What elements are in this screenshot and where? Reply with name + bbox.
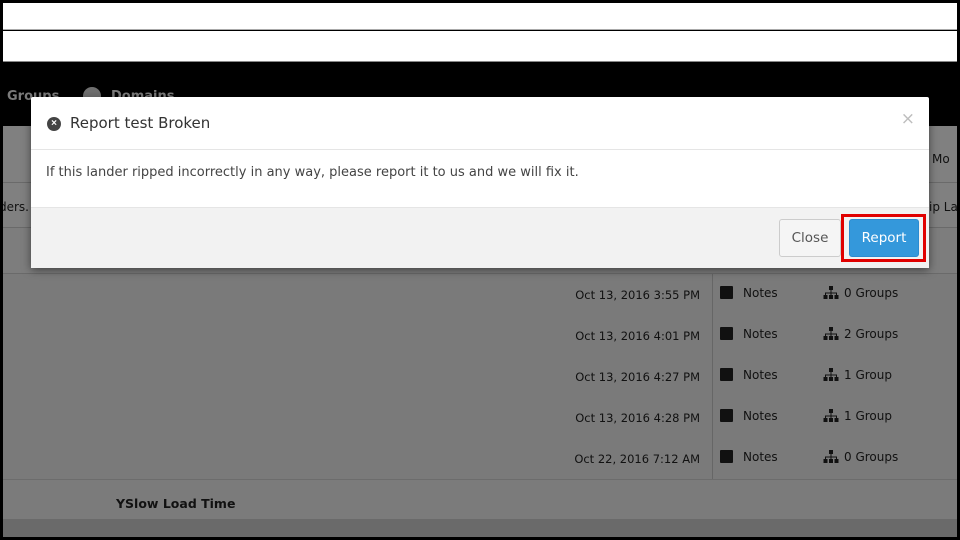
modal-title: Report test Broken	[70, 114, 211, 132]
row-groups-label: 1 Group	[844, 409, 892, 423]
browser-top	[0, 0, 960, 66]
top-bar	[3, 3, 957, 30]
address-bar[interactable]	[3, 31, 957, 62]
row-notes-label: Notes	[743, 450, 778, 464]
row-date: Oct 13, 2016 3:55 PM	[575, 288, 700, 302]
row-groups[interactable]: 2 Groups	[823, 327, 898, 341]
note-icon	[720, 368, 733, 381]
row-notes[interactable]: Notes	[720, 409, 778, 423]
header-edge-text: Mo	[932, 152, 950, 166]
row-notes-label: Notes	[743, 286, 778, 300]
sitemap-icon	[823, 450, 839, 463]
note-icon	[720, 450, 733, 463]
table-row[interactable]: Oct 13, 2016 4:01 PM Notes 2 Groups	[3, 315, 957, 357]
note-icon	[720, 409, 733, 422]
row-notes[interactable]: Notes	[720, 450, 778, 464]
close-circle-icon: ×	[47, 117, 61, 131]
column-divider	[712, 397, 713, 438]
report-modal: × Report test Broken × If this lander ri…	[31, 97, 929, 268]
sitemap-icon	[823, 409, 839, 422]
row-date: Oct 13, 2016 4:28 PM	[575, 411, 700, 425]
note-icon	[720, 286, 733, 299]
row-groups-label: 0 Groups	[844, 450, 899, 464]
column-divider	[712, 274, 713, 315]
table-row[interactable]: Oct 22, 2016 7:12 AM Notes 0 Groups	[3, 438, 957, 480]
row-groups[interactable]: 0 Groups	[823, 450, 898, 464]
table-row[interactable]: Oct 13, 2016 4:27 PM Notes 1 Group	[3, 356, 957, 398]
close-icon[interactable]: ×	[901, 109, 915, 129]
header-edge-text-left: ders.	[3, 200, 29, 214]
header-edge-text-right: ip La	[929, 200, 957, 214]
modal-header: × Report test Broken ×	[31, 97, 929, 150]
modal-footer: Close Report	[31, 207, 929, 268]
sitemap-icon	[823, 368, 839, 381]
row-notes[interactable]: Notes	[720, 368, 778, 382]
column-divider	[712, 315, 713, 356]
yslow-label: YSlow Load Time	[116, 496, 236, 511]
row-date: Oct 22, 2016 7:12 AM	[574, 452, 700, 466]
row-notes-label: Notes	[743, 368, 778, 382]
table-row[interactable]: Oct 13, 2016 3:55 PM Notes 0 Groups	[3, 274, 957, 316]
report-button[interactable]: Report	[849, 219, 919, 257]
row-notes-label: Notes	[743, 327, 778, 341]
row-notes-label: Notes	[743, 409, 778, 423]
column-divider	[712, 356, 713, 397]
row-groups[interactable]: 0 Groups	[823, 286, 898, 300]
row-groups-label: 1 Group	[844, 368, 892, 382]
row-notes[interactable]: Notes	[720, 286, 778, 300]
row-date: Oct 13, 2016 4:27 PM	[575, 370, 700, 384]
table-row[interactable]: Oct 13, 2016 4:28 PM Notes 1 Group	[3, 397, 957, 439]
page-bottom	[3, 519, 957, 537]
row-groups-label: 2 Groups	[844, 327, 899, 341]
sitemap-icon	[823, 286, 839, 299]
row-groups-label: 0 Groups	[844, 286, 899, 300]
row-notes[interactable]: Notes	[720, 327, 778, 341]
row-date: Oct 13, 2016 4:01 PM	[575, 329, 700, 343]
row-groups[interactable]: 1 Group	[823, 368, 892, 382]
close-button[interactable]: Close	[779, 219, 841, 257]
column-divider	[712, 438, 713, 479]
note-icon	[720, 327, 733, 340]
row-groups[interactable]: 1 Group	[823, 409, 892, 423]
modal-body-text: If this lander ripped incorrectly in any…	[46, 165, 579, 180]
sitemap-icon	[823, 327, 839, 340]
